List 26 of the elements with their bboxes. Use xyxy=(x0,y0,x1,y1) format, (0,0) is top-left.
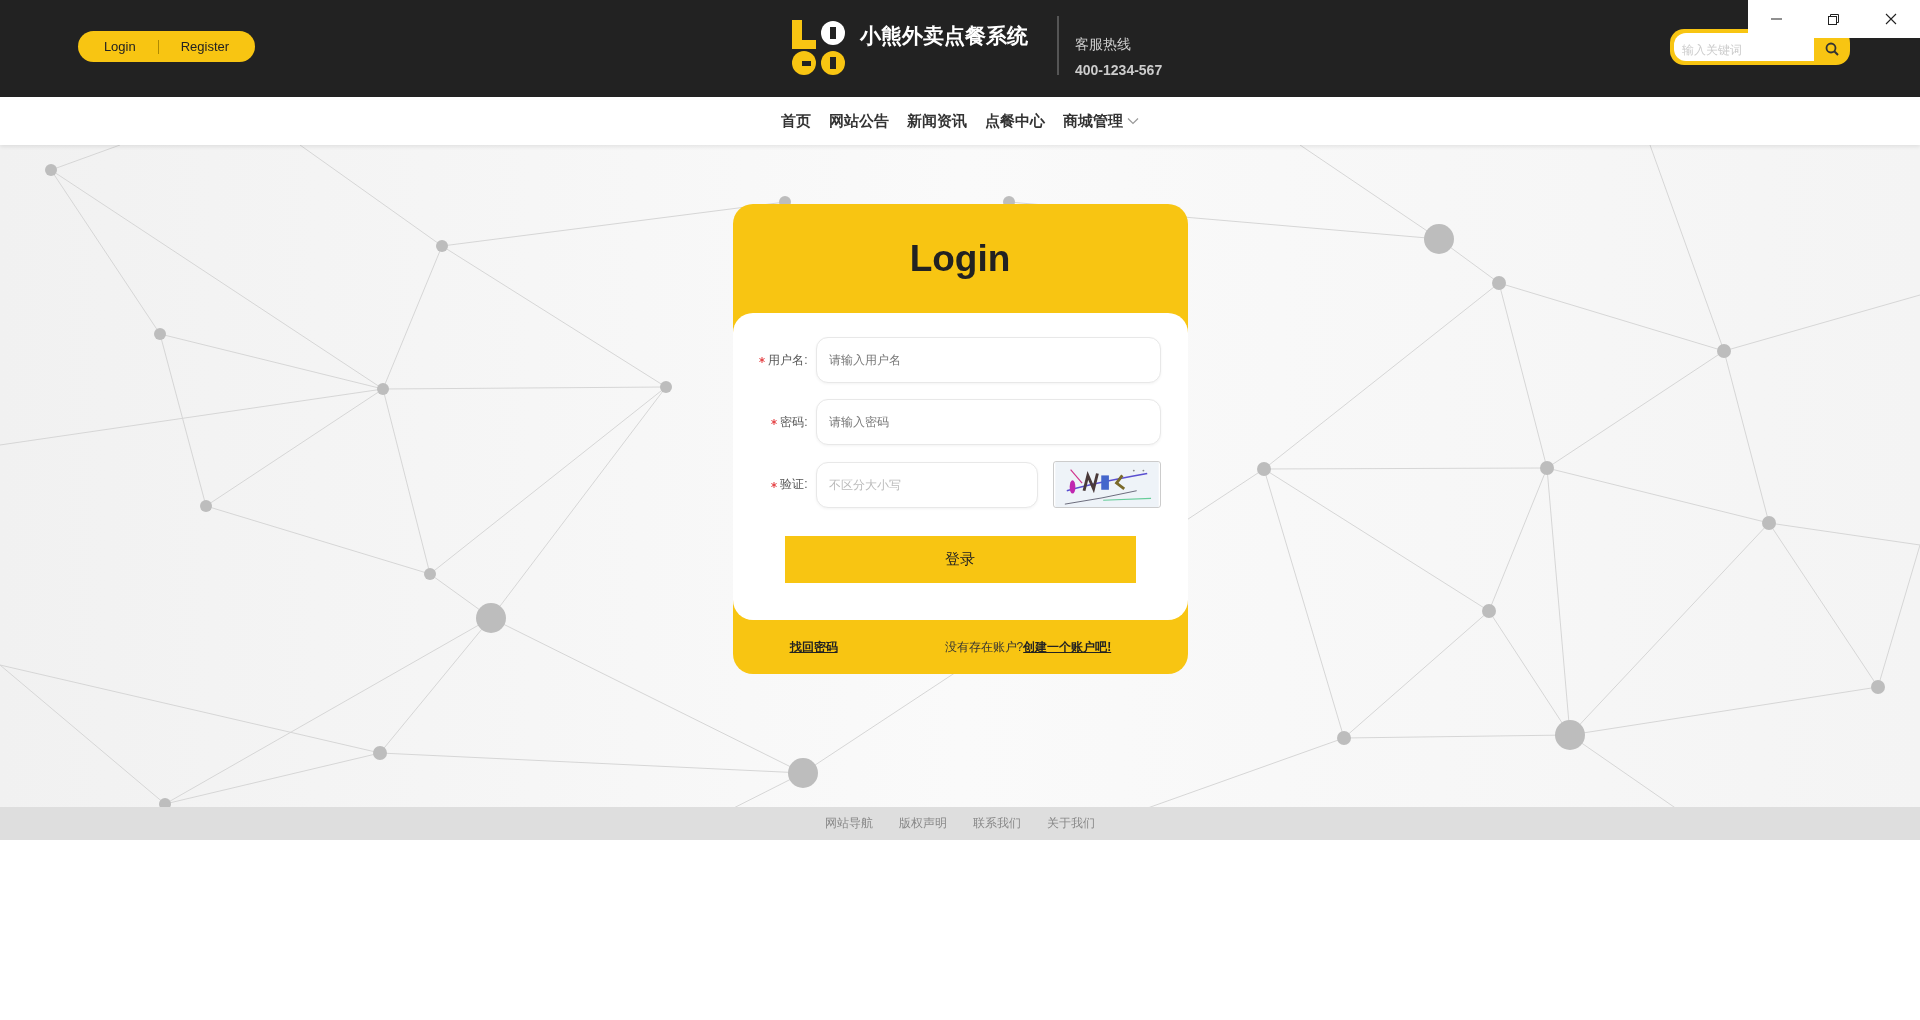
minimize-icon xyxy=(1771,18,1783,20)
captcha-field[interactable]: 不区分大小写 xyxy=(815,461,1038,508)
login-button[interactable]: 登录 xyxy=(784,536,1136,583)
forgot-password-link[interactable]: 找回密码 xyxy=(789,638,838,656)
password-field[interactable]: 请输入密码 xyxy=(815,399,1161,445)
search-icon xyxy=(1825,42,1839,56)
site-title: 小熊外卖点餐系统 xyxy=(860,23,1028,49)
nav-link[interactable]: 首页 xyxy=(773,111,819,131)
nav-link[interactable]: 网站公告 xyxy=(821,111,897,131)
close-icon xyxy=(1885,13,1898,25)
field-label: 验证: xyxy=(780,476,808,493)
nav-link[interactable]: 新闻资讯 xyxy=(899,111,975,131)
restore-icon xyxy=(1828,13,1840,25)
nav-link[interactable]: 商城管理 xyxy=(1055,111,1147,131)
nav-link[interactable]: 点餐中心 xyxy=(977,111,1053,131)
register-link[interactable]: Register xyxy=(158,39,252,54)
login-link[interactable]: Login xyxy=(81,39,158,54)
field-label: 密码: xyxy=(780,413,808,431)
hotline-number: 400-1234-567 xyxy=(1075,62,1163,78)
login-title: Login xyxy=(909,237,1011,280)
logo-icon xyxy=(790,18,846,76)
field-label: 用户名: xyxy=(768,351,808,369)
create-account-link[interactable]: 创建一个账户吧! xyxy=(1023,639,1112,654)
register-prompt: 没有存在账户?创建一个账户吧! xyxy=(944,638,1112,656)
username-field[interactable]: 请输入用户名 xyxy=(815,337,1161,383)
hotline-label: 客服热线 xyxy=(1075,36,1132,54)
